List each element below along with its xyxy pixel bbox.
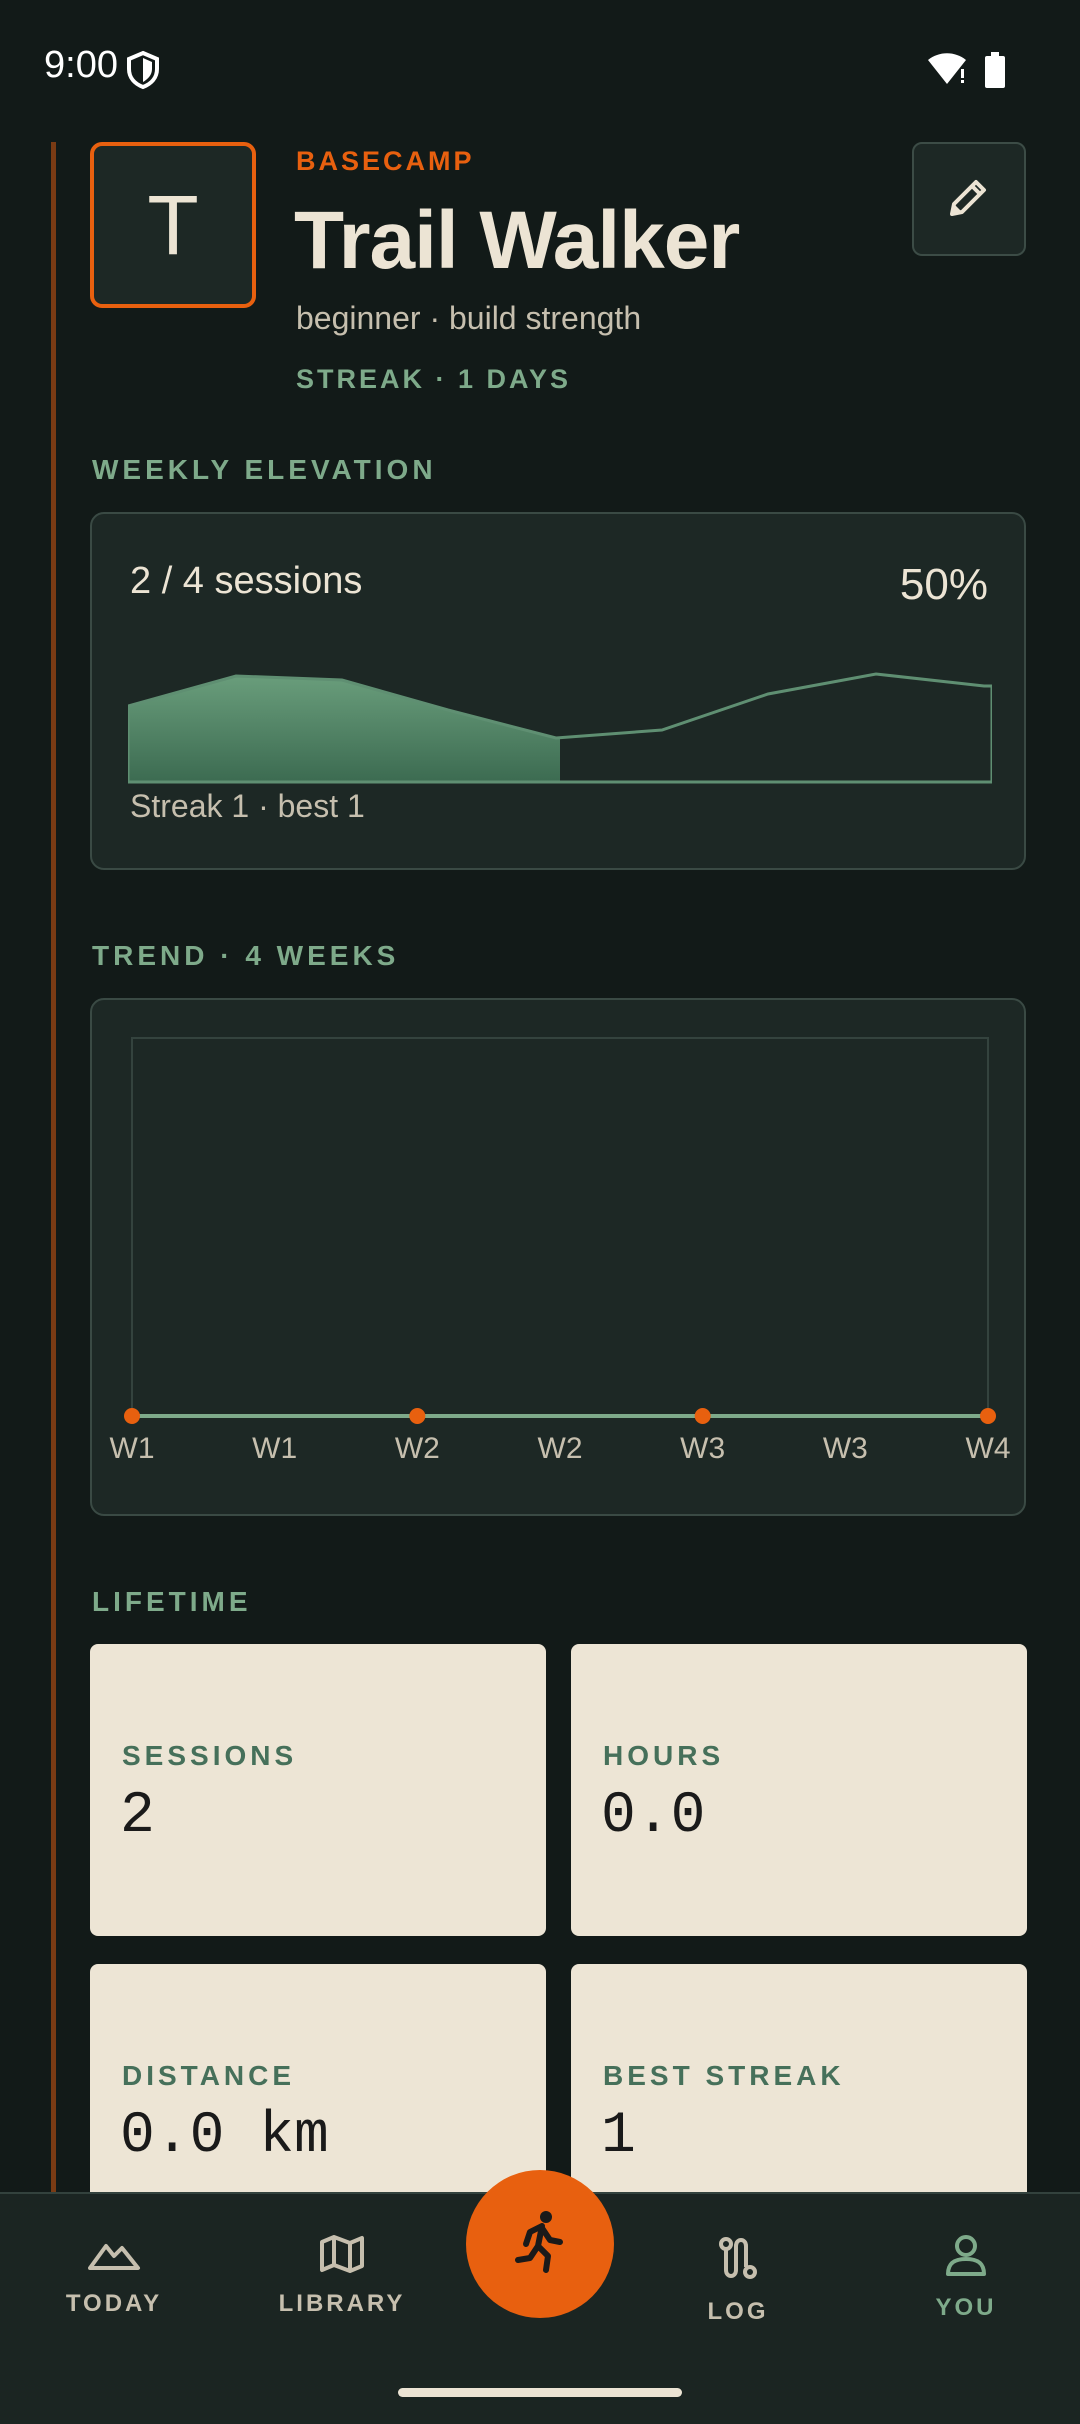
stat-value: 0.0 km: [120, 2104, 329, 2169]
x-tick-label: W1: [110, 1432, 155, 1465]
elevation-progress-graphic: [128, 672, 992, 784]
progress-percent: 50%: [899, 560, 988, 609]
running-person-icon: [512, 2210, 568, 2278]
mountain-icon: [24, 2234, 204, 2274]
start-activity-button[interactable]: [466, 2170, 614, 2318]
stat-label: DISTANCE: [122, 2060, 296, 2091]
stat-tile-hours: HOURS 0.0: [571, 1644, 1027, 1936]
sessions-progress-text: 2 / 4 sessions: [130, 560, 363, 602]
trend-card: W1 W1 W2 W2 W3 W3 W4: [90, 998, 1026, 1516]
stat-tile-sessions: SESSIONS 2: [90, 1644, 546, 1936]
battery-icon: [984, 52, 1006, 92]
streak-summary: Streak 1 · best 1: [130, 788, 365, 824]
stat-value: 0.0: [601, 1784, 706, 1849]
x-tick-label: W4: [966, 1432, 1011, 1465]
status-bar: 9:00: [0, 0, 1080, 140]
elevation-filled-area: [128, 676, 560, 782]
weekly-section-label: WEEKLY ELEVATION: [92, 454, 437, 485]
edit-button[interactable]: [912, 142, 1026, 256]
nav-label: LOG: [707, 2298, 769, 2325]
wifi-icon: [926, 52, 968, 90]
x-tick-label: W3: [823, 1432, 868, 1465]
page-title: Trail Walker: [294, 195, 740, 286]
trend-section-label: TREND · 4 WEEKS: [92, 940, 400, 971]
trend-data-point: [124, 1408, 140, 1424]
route-icon: [648, 2234, 828, 2282]
nav-item-today[interactable]: TODAY: [24, 2234, 204, 2318]
streak-text: STREAK · 1 DAYS: [296, 364, 572, 394]
trend-data-point: [980, 1408, 996, 1424]
stat-label: HOURS: [603, 1740, 725, 1771]
pencil-icon: [946, 174, 992, 224]
nav-item-you[interactable]: YOU: [876, 2234, 1056, 2322]
trend-data-point: [409, 1408, 426, 1424]
profile-subtitle: beginner · build strength: [296, 300, 642, 336]
map-icon: [252, 2234, 432, 2274]
x-tick-label: W1: [252, 1432, 297, 1465]
stat-label: SESSIONS: [122, 1740, 298, 1771]
nav-label: TODAY: [65, 2290, 163, 2317]
kicker-label: BASECAMP: [296, 146, 475, 176]
stat-value: 1: [601, 2104, 636, 2169]
stat-value: 2: [120, 1784, 155, 1849]
accent-rail: [51, 142, 56, 2192]
chart-plot-frame: [131, 1037, 989, 1417]
trend-chart: W1 W1 W2 W2 W3 W3 W4: [110, 1037, 1011, 1465]
shield-icon: [126, 50, 160, 94]
lifetime-section-label: LIFETIME: [92, 1586, 252, 1617]
nav-label: YOU: [935, 2294, 997, 2321]
stat-label: BEST STREAK: [603, 2060, 845, 2091]
status-time: 9:00: [44, 44, 118, 86]
nav-item-log[interactable]: LOG: [648, 2234, 828, 2326]
x-tick-label: W3: [680, 1432, 725, 1465]
home-indicator: [398, 2388, 682, 2397]
nav-item-library[interactable]: LIBRARY: [252, 2234, 432, 2318]
trend-data-point: [694, 1408, 711, 1424]
x-tick-label: W2: [538, 1432, 583, 1465]
person-icon: [876, 2234, 1056, 2278]
nav-label: LIBRARY: [278, 2290, 406, 2317]
weekly-card: 2 / 4 sessions 50% Streak 1 · best 1: [90, 512, 1026, 870]
avatar[interactable]: T: [90, 142, 256, 308]
x-tick-label: W2: [395, 1432, 440, 1465]
